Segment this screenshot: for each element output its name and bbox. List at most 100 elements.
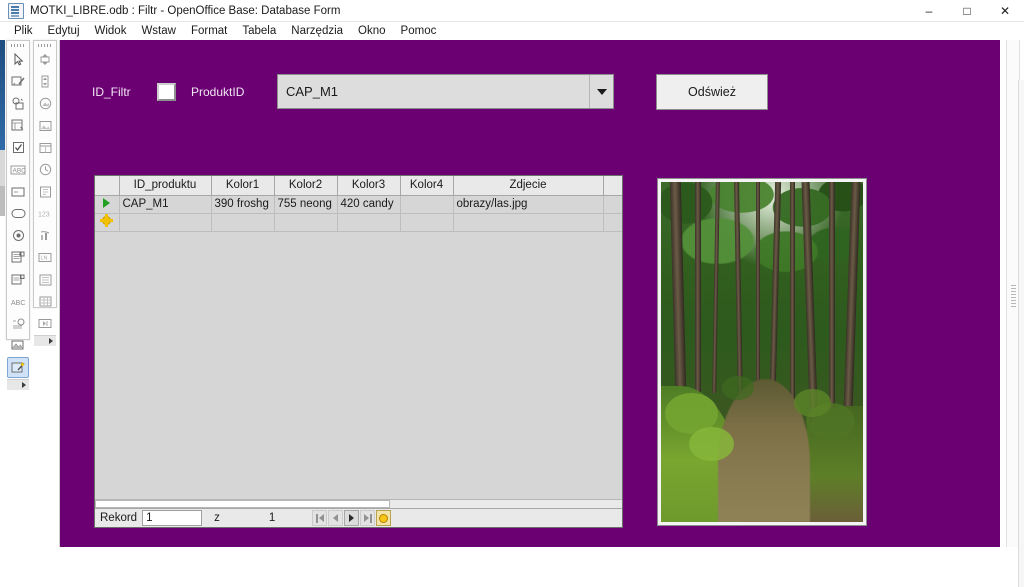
column-header-kolor2[interactable]: Kolor2 [274,176,338,196]
form-controls-toolbar[interactable]: ABC ABC [6,40,30,390]
label-id-filtr: ID_Filtr [92,85,131,99]
text-box-icon[interactable] [7,181,29,202]
grid-table: ID_produktu Kolor1 Kolor2 Kolor3 Kolor4 … [95,176,622,232]
svg-text:ABC: ABC [11,300,25,307]
current-record-icon[interactable] [95,195,120,214]
cell-kolor3-new[interactable] [337,213,401,232]
new-record-button-icon[interactable] [376,510,392,526]
image-control[interactable] [657,178,867,526]
list-box-icon[interactable] [7,247,29,268]
formatted-field-icon[interactable]: ABC [7,291,29,312]
cell-kolor3[interactable]: 420 candy [337,195,401,214]
cell-kolor4[interactable] [400,195,454,214]
file-selection-icon[interactable] [34,115,56,136]
cell-zdjecie-new[interactable] [453,213,604,232]
workspace: ABC ABC 123 LN ID_Filtr ProduktID CAP_M1… [0,40,1024,587]
grid-control-icon[interactable] [34,291,56,312]
menu-item-plik[interactable]: Plik [7,24,41,38]
record-navigation-bar[interactable]: Rekord 1 z 1 [95,508,622,527]
select-arrow-icon[interactable] [7,49,29,70]
menu-item-format[interactable]: Format [184,24,235,38]
group-box-icon[interactable] [7,313,29,334]
cell-id-produktu[interactable]: CAP_M1 [119,195,212,214]
label-field-icon[interactable]: ABC [7,159,29,180]
currency-field-icon[interactable]: 123 [34,203,56,224]
menu-item-wstaw[interactable]: Wstaw [134,24,184,38]
svg-text:123: 123 [38,212,50,219]
close-button[interactable]: ✕ [986,0,1024,22]
more-controls-toolbar[interactable]: 123 LN [33,40,57,346]
document-edge-strip-2 [0,150,5,186]
cell-kolor2-new[interactable] [274,213,338,232]
spin-button-icon[interactable] [34,49,56,70]
chevron-down-icon[interactable] [589,75,613,108]
menu-item-okno[interactable]: Okno [351,24,394,38]
column-header-zdjecie[interactable]: Zdjecie [453,176,604,196]
design-mode-icon[interactable] [7,71,29,92]
title-bar: MOTKI_LIBRE.odb : Filtr - OpenOffice Bas… [0,0,1024,22]
grid-hscroll-thumb[interactable] [95,500,390,508]
menu-item-edytuj[interactable]: Edytuj [41,24,88,38]
pattern-field-icon[interactable] [34,225,56,246]
column-header-id-produktu[interactable]: ID_produktu [119,176,212,196]
wizards-on-off-icon[interactable] [7,357,29,378]
id-filtr-field[interactable] [157,83,176,101]
cell-id-produktu-new[interactable] [119,213,212,232]
push-button-icon[interactable] [7,203,29,224]
previous-record-icon[interactable] [328,510,344,526]
grid-corner-cell[interactable] [95,176,120,196]
grid-empty-area [95,252,622,510]
cell-kolor2[interactable]: 755 neong [274,195,338,214]
option-button-icon[interactable] [7,225,29,246]
current-record-input[interactable]: 1 [142,510,203,526]
list-control-icon[interactable] [34,269,56,290]
table-row[interactable]: CAP_M1 390 froshg 755 neong 420 candy ob… [95,195,622,214]
refresh-button[interactable]: Odśwież [656,74,768,110]
cell-kolor1[interactable]: 390 froshg [211,195,275,214]
database-form-icon [8,2,24,19]
combo-box-icon[interactable] [7,269,29,290]
check-box-icon[interactable] [7,137,29,158]
label-produkt-id: ProduktID [191,85,245,99]
form-properties-icon[interactable] [7,115,29,136]
toolbar-grip-2[interactable] [34,41,56,49]
image-control-icon[interactable] [7,335,29,356]
new-record-icon[interactable] [95,213,120,232]
menu-item-widok[interactable]: Widok [88,24,135,38]
table-row[interactable] [95,213,622,232]
cell-kolor1-new[interactable] [211,213,275,232]
right-edge-panel [1018,80,1024,587]
toolbar-grip[interactable] [7,41,29,49]
menu-item-narzedzia[interactable]: Narzędzia [284,24,351,38]
first-record-icon[interactable] [312,510,328,526]
data-grid-control[interactable]: ID_produktu Kolor1 Kolor2 Kolor3 Kolor4 … [94,175,623,528]
column-header-kolor1[interactable]: Kolor1 [211,176,275,196]
time-field-icon[interactable] [34,159,56,180]
date-field-icon[interactable] [34,137,56,158]
window-title: MOTKI_LIBRE.odb : Filtr - OpenOffice Bas… [30,4,341,17]
menu-item-pomoc[interactable]: Pomoc [394,24,445,38]
cell-zdjecie[interactable]: obrazy/las.jpg [453,195,604,214]
maximize-button[interactable]: □ [948,0,986,22]
control-wizards-icon[interactable] [7,93,29,114]
total-records-label: 1 [268,512,276,524]
navigation-bar-icon[interactable] [34,313,56,334]
minimize-button[interactable]: – [910,0,948,22]
cell-spacer-new [603,213,622,232]
menu-item-tabela[interactable]: Tabela [235,24,284,38]
cell-kolor4-new[interactable] [400,213,454,232]
column-header-kolor3[interactable]: Kolor3 [337,176,401,196]
form-canvas[interactable]: ID_Filtr ProduktID CAP_M1 Odśwież ID_pro… [60,40,1024,547]
image-button-icon[interactable] [34,93,56,114]
next-record-icon[interactable] [344,510,360,526]
grid-horizontal-scrollbar[interactable] [95,499,622,508]
column-header-kolor4[interactable]: Kolor4 [400,176,454,196]
toolbar-overflow-button[interactable] [7,379,29,390]
last-record-icon[interactable] [360,510,376,526]
numeric-field-icon[interactable] [34,181,56,202]
table-control-icon[interactable]: LN [34,247,56,268]
scrollbar-thumb[interactable] [1011,285,1016,307]
toolbar-overflow-button-2[interactable] [34,335,56,346]
product-combo-box[interactable]: CAP_M1 [277,74,614,109]
scrollbar-icon[interactable] [34,71,56,92]
